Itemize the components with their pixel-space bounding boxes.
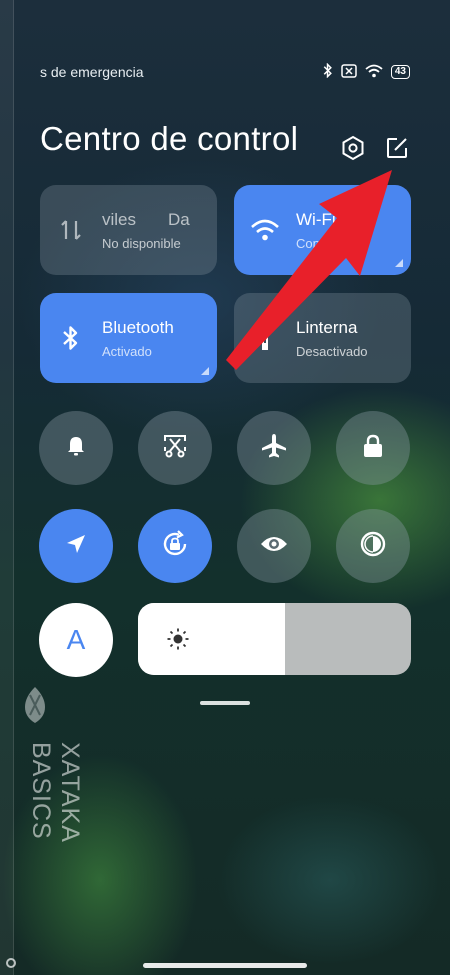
toggle-rotation-lock[interactable]: [138, 509, 212, 583]
tile-mobile-data[interactable]: viles Da No disponible: [40, 185, 217, 275]
bluetooth-status-icon: [323, 62, 333, 81]
panel-drag-handle[interactable]: [200, 701, 250, 705]
toggle-location[interactable]: [39, 509, 113, 583]
toggle-screenshot[interactable]: [138, 411, 212, 485]
eye-icon: [259, 533, 289, 560]
watermark-logo-icon: [18, 685, 52, 730]
watermark-text: XATAKA BASICS: [27, 742, 84, 842]
toggle-reading-mode[interactable]: [237, 509, 311, 583]
toggle-dark-mode[interactable]: [336, 509, 410, 583]
status-icons: 43: [323, 62, 410, 81]
wifi-icon: [234, 218, 296, 242]
lock-icon: [361, 433, 385, 464]
wifi-status-icon: [365, 64, 383, 81]
tile-wifi-state: Conectado: [296, 235, 359, 251]
toggle-sound[interactable]: [39, 411, 113, 485]
tile-bluetooth[interactable]: Bluetooth Activado: [40, 293, 217, 383]
edit-button[interactable]: [383, 136, 411, 164]
tile-flashlight-state: Desactivado: [296, 343, 368, 359]
side-edge-dot: [6, 958, 16, 968]
tile-bluetooth-state: Activado: [102, 343, 152, 359]
carrier-text: s de emergencia: [40, 64, 144, 80]
sun-icon: [166, 627, 190, 656]
tile-mobile-data-label-suffix: Da: [168, 209, 190, 229]
flashlight-icon: [234, 324, 296, 352]
watermark: XATAKA BASICS: [14, 685, 84, 945]
side-edge-strip: [0, 0, 14, 975]
brightness-slider[interactable]: [138, 603, 411, 675]
edit-square-icon: [385, 136, 409, 165]
tile-bluetooth-expand-corner[interactable]: [201, 367, 209, 375]
auto-brightness-label: A: [66, 624, 86, 655]
mobile-data-arrows-icon: [40, 217, 102, 243]
settings-hexagon-icon: [340, 135, 366, 166]
screenshot-scissors-icon: [162, 433, 188, 464]
tile-flashlight[interactable]: Linterna Desactivado: [234, 293, 411, 383]
location-arrow-icon: [64, 532, 88, 561]
page-title: Centro de control: [40, 120, 299, 157]
auto-brightness-button[interactable]: A: [39, 603, 113, 677]
home-indicator[interactable]: [143, 963, 307, 968]
status-bar: s de emergencia 43: [40, 60, 410, 84]
bell-icon: [64, 434, 88, 463]
settings-button[interactable]: [339, 135, 367, 166]
airplane-icon: [260, 432, 288, 465]
no-sim-icon: [341, 63, 357, 81]
tile-wifi[interactable]: Wi-Fi Conectado: [234, 185, 411, 275]
tile-mobile-data-state: No disponible: [102, 235, 181, 251]
battery-indicator: 43: [390, 65, 410, 79]
tile-wifi-expand-corner[interactable]: [395, 259, 403, 267]
bluetooth-icon: [40, 325, 102, 351]
tile-flashlight-label: Linterna: [296, 317, 358, 337]
brightness-slider-fill: [138, 603, 286, 675]
rotation-lock-icon: [160, 529, 190, 564]
tile-wifi-label: Wi-Fi: [296, 209, 336, 229]
tile-bluetooth-label: Bluetooth: [102, 317, 174, 337]
tile-mobile-data-label: viles: [102, 209, 137, 229]
toggle-lock[interactable]: [336, 411, 410, 485]
toggle-airplane[interactable]: [237, 411, 311, 485]
contrast-icon: [359, 530, 387, 563]
